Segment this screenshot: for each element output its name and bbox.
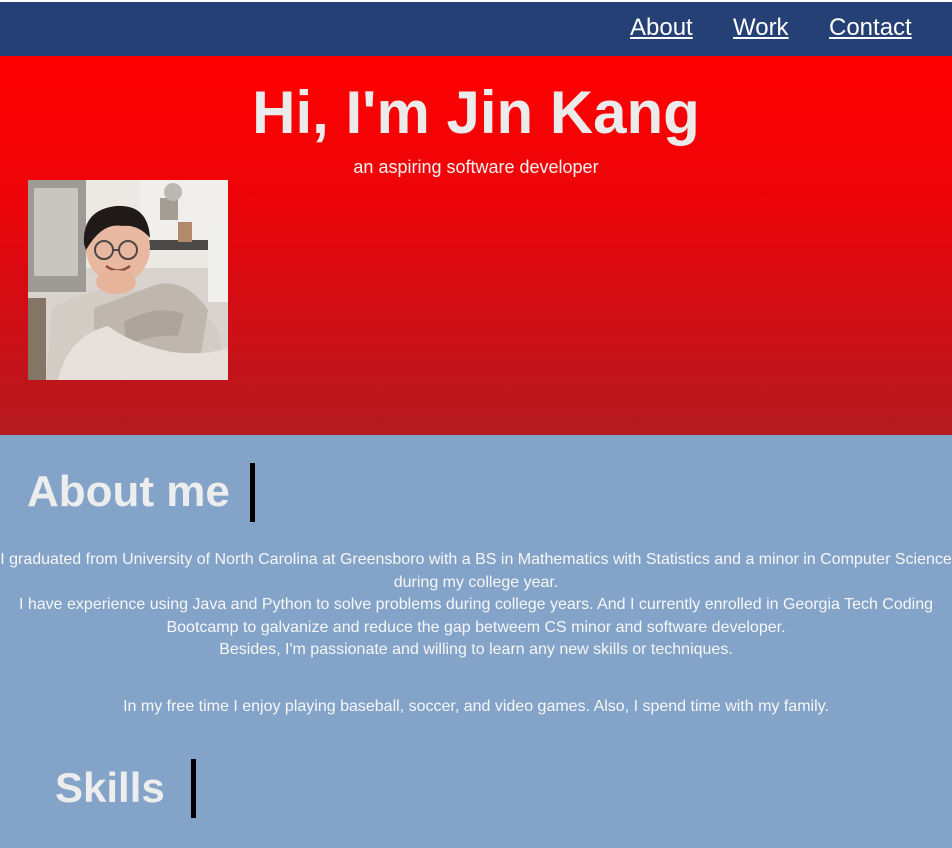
about-paragraph-line: I graduated from University of North Car… [0,551,952,568]
about-paragraph: I graduated from University of North Car… [0,549,952,662]
about-paragraph-line: during my college year. [393,573,559,591]
free-time-paragraph: In my free time I enjoy playing baseball… [123,698,829,715]
about-paragraph-line: Bootcamp to galvanize and reduce the gap… [166,618,786,636]
hero-title: Hi, I'm Jin Kang [252,79,700,146]
skills-heading-accent-bar [191,759,196,818]
hero-subtitle: an aspiring software developer [353,157,599,177]
top-navigation: About Work Contact [0,0,952,56]
nav-link-about[interactable]: About [630,14,693,42]
profile-photo [28,180,228,380]
about-heading-accent-bar [250,463,255,522]
profile-photo-image [28,180,228,380]
about-paragraph-line: Besides, I'm passionate and willing to l… [219,641,733,658]
skills-heading: Skills [55,764,165,811]
about-heading: About me [27,467,230,516]
about-paragraph-line: I have experience using Java and Python … [18,596,934,613]
nav-link-work[interactable]: Work [733,14,789,42]
nav-link-contact[interactable]: Contact [829,14,912,42]
hero-section: Hi, I'm Jin Kang an aspiring software de… [0,56,952,435]
